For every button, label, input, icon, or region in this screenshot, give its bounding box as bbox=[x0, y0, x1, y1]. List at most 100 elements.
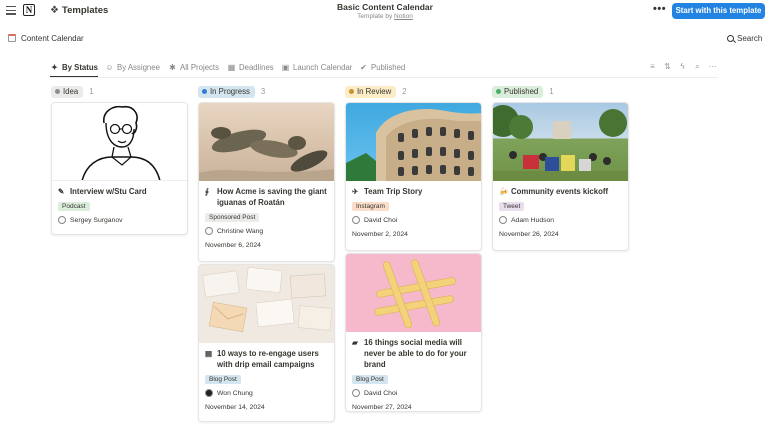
tab-by-assignee[interactable]: ☺ By Assignee bbox=[105, 61, 160, 77]
tab-label: Published bbox=[371, 63, 406, 72]
card-title-text: How Acme is saving the giant iguanas of … bbox=[217, 187, 327, 207]
card-cover-image bbox=[346, 254, 481, 332]
card-acme-iguanas[interactable]: ∮ How Acme is saving the giant iguanas of… bbox=[198, 102, 335, 262]
avatar bbox=[499, 216, 507, 224]
card-title: 🍻 Community events kickoff bbox=[499, 186, 622, 197]
notion-link[interactable]: Notion bbox=[394, 13, 413, 20]
assignee: Won Chung bbox=[205, 389, 328, 397]
status-label: In Progress bbox=[210, 87, 250, 96]
avatar bbox=[352, 216, 360, 224]
person-icon: ☺ bbox=[105, 63, 114, 72]
more-options-button[interactable]: ••• bbox=[653, 3, 666, 15]
calendar-icon: ▣ bbox=[281, 63, 290, 72]
checkmark-icon: ✔ bbox=[360, 63, 367, 72]
status-label: Idea bbox=[63, 87, 79, 96]
document-title: Basic Content Calendar bbox=[337, 2, 433, 12]
avatar bbox=[352, 389, 360, 397]
card-title: ▰ 16 things social media will never be ab… bbox=[352, 337, 475, 370]
menu-icon[interactable] bbox=[6, 6, 16, 16]
card-title-text: Community events kickoff bbox=[511, 187, 609, 196]
avatar bbox=[205, 227, 213, 235]
card-title-text: 16 things social media will never be abl… bbox=[364, 338, 467, 369]
card-interview-stu-card[interactable]: ✎ Interview w/Stu Card Podcast Sergey Sur… bbox=[51, 102, 188, 235]
assignee: Adam Hudson bbox=[499, 216, 622, 224]
column-header-published[interactable]: Published 1 bbox=[492, 86, 554, 98]
publish-date: November 6, 2024 bbox=[205, 242, 261, 249]
filter-icon[interactable]: ≡ bbox=[645, 62, 660, 71]
column-count: 3 bbox=[260, 87, 266, 96]
tab-launch-calendar[interactable]: ▣ Launch Calendar bbox=[281, 61, 353, 77]
page-title: Content Calendar bbox=[21, 34, 84, 43]
templates-icon: ❖ bbox=[50, 5, 59, 16]
assignee-name: Christine Wang bbox=[217, 227, 264, 235]
mobile-icon: ▰ bbox=[352, 338, 358, 347]
status-label: Published bbox=[504, 87, 539, 96]
search-icon[interactable]: ⌕ bbox=[690, 62, 705, 72]
card-social-media-things[interactable]: ▰ 16 things social media will never be ab… bbox=[345, 253, 482, 412]
card-cover-image bbox=[199, 103, 334, 181]
card-team-trip-story[interactable]: ✈ Team Trip Story Instagram David Choi No… bbox=[345, 102, 482, 251]
card-title-text: Interview w/Stu Card bbox=[70, 187, 147, 196]
card-title: ✎ Interview w/Stu Card bbox=[58, 186, 181, 197]
status-pill: Published bbox=[492, 86, 544, 98]
assignee-name: David Choi bbox=[364, 389, 398, 397]
publish-date: November 27, 2024 bbox=[352, 404, 412, 411]
card-community-events[interactable]: 🍻 Community events kickoff Tweet Adam Hud… bbox=[492, 102, 629, 251]
status-label: In Review bbox=[357, 87, 392, 96]
assignee-name: Won Chung bbox=[217, 389, 253, 397]
card-cover-image bbox=[199, 265, 334, 343]
tab-label: Deadlines bbox=[239, 63, 274, 72]
tab-label: By Status bbox=[62, 63, 98, 72]
card-title-text: Team Trip Story bbox=[364, 187, 423, 196]
column-count: 2 bbox=[402, 87, 407, 96]
publish-date: November 26, 2024 bbox=[499, 231, 559, 238]
pencil-icon: ✎ bbox=[58, 187, 65, 196]
card-drip-email[interactable]: ▤ 10 ways to re-engage users with drip em… bbox=[198, 264, 335, 422]
document-icon: ▤ bbox=[205, 349, 213, 358]
card-title-text: 10 ways to re-engage users with drip ema… bbox=[217, 349, 319, 369]
card-title: ∮ How Acme is saving the giant iguanas of… bbox=[205, 186, 328, 208]
airplane-icon: ✈ bbox=[352, 187, 359, 196]
tab-deadlines[interactable]: ▦ Deadlines bbox=[227, 61, 274, 77]
card-cover-image bbox=[493, 103, 628, 181]
status-icon: ✦ bbox=[51, 63, 58, 72]
tabs-divider bbox=[50, 77, 718, 78]
assignee: Sergey Surganov bbox=[58, 216, 181, 224]
status-dot-icon bbox=[202, 88, 207, 94]
start-with-template-button[interactable]: Start with this template bbox=[672, 3, 765, 19]
calendar-grid-icon: ▦ bbox=[227, 63, 236, 72]
assignee: David Choi bbox=[352, 216, 475, 224]
status-pill: In Review bbox=[345, 86, 397, 98]
more-icon[interactable]: ⋯ bbox=[705, 62, 720, 71]
tab-published[interactable]: ✔ Published bbox=[359, 61, 405, 77]
search-label: Search bbox=[737, 34, 763, 43]
sort-icon[interactable]: ⇅ bbox=[660, 62, 675, 71]
asterisk-icon: ✱ bbox=[169, 63, 176, 72]
card-cover-image bbox=[346, 103, 481, 181]
calendar-icon bbox=[8, 34, 16, 42]
tab-by-status[interactable]: ✦ By Status bbox=[50, 61, 98, 77]
publish-date: November 14, 2024 bbox=[205, 404, 265, 411]
column-count: 1 bbox=[549, 87, 554, 96]
search-icon bbox=[727, 34, 734, 42]
automation-icon[interactable]: ϟ bbox=[675, 62, 690, 71]
card-title: ✈ Team Trip Story bbox=[352, 186, 475, 197]
tab-all-projects[interactable]: ✱ All Projects bbox=[168, 61, 219, 77]
templates-link[interactable]: Templates bbox=[62, 5, 108, 16]
card-title: ▤ 10 ways to re-engage users with drip em… bbox=[205, 348, 328, 370]
search-button[interactable]: Search bbox=[727, 34, 762, 43]
status-pill: In Progress bbox=[198, 86, 255, 98]
content-type-tag: Blog Post bbox=[205, 375, 241, 384]
card-cover-image bbox=[52, 103, 187, 181]
status-pill: Idea bbox=[51, 86, 84, 98]
column-header-idea[interactable]: Idea 1 bbox=[51, 86, 94, 98]
notion-logo-icon[interactable]: N bbox=[23, 4, 35, 16]
avatar bbox=[205, 389, 213, 397]
content-type-tag: Podcast bbox=[58, 202, 90, 211]
content-type-tag: Blog Post bbox=[352, 375, 388, 384]
column-header-in-review[interactable]: In Review 2 bbox=[345, 86, 407, 98]
tab-label: Launch Calendar bbox=[293, 63, 353, 72]
content-type-tag: Instagram bbox=[352, 202, 389, 211]
assignee-name: Adam Hudson bbox=[511, 216, 555, 224]
column-header-in-progress[interactable]: In Progress 3 bbox=[198, 86, 265, 98]
